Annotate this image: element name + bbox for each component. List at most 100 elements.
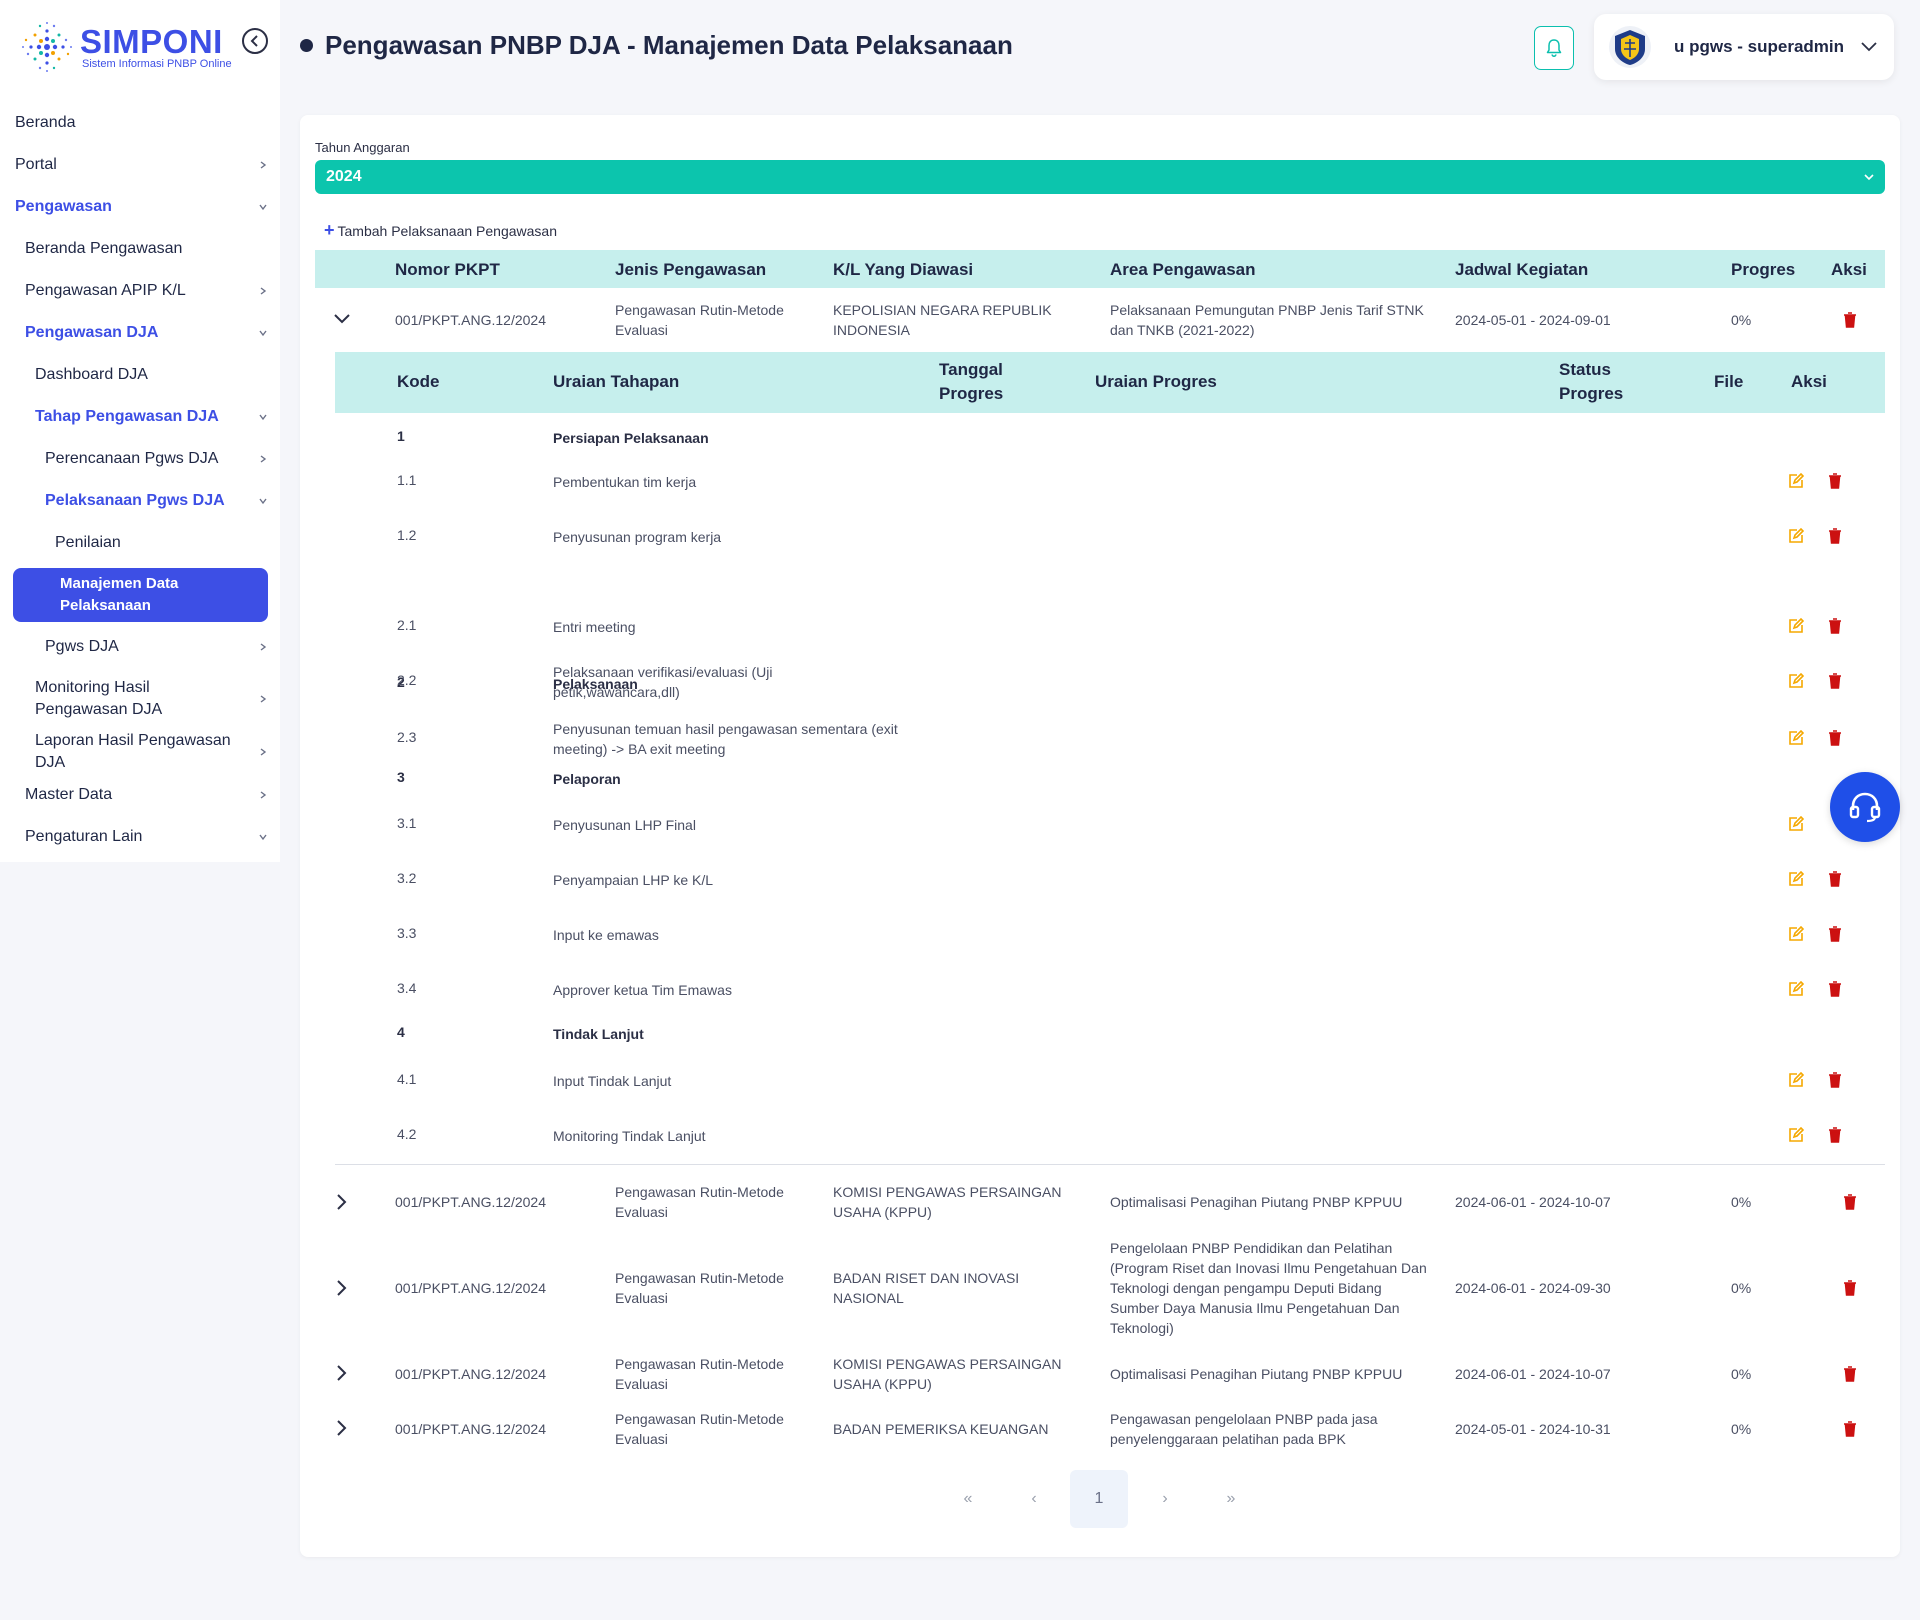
- edit-icon[interactable]: [1788, 816, 1804, 832]
- edit-icon[interactable]: [1788, 871, 1804, 887]
- sidebar-item-beranda[interactable]: Beranda: [0, 102, 280, 144]
- emblem-icon: [1609, 26, 1651, 68]
- edit-icon[interactable]: [1788, 673, 1804, 689]
- edit-icon[interactable]: [1788, 730, 1804, 746]
- trash-icon[interactable]: [1828, 1127, 1842, 1143]
- subcolumn-header-kode: Kode: [397, 372, 440, 391]
- sidebar-item-label: Pgws DJA: [45, 638, 119, 655]
- edit-icon[interactable]: [1788, 618, 1804, 634]
- trash-icon[interactable]: [1828, 871, 1842, 887]
- sidebar-item-portal[interactable]: Portal: [0, 144, 280, 186]
- pagination-next[interactable]: ›: [1136, 1470, 1194, 1528]
- edit-icon[interactable]: [1788, 473, 1804, 489]
- trash-icon[interactable]: [1828, 926, 1842, 942]
- edit-icon[interactable]: [1788, 1072, 1804, 1088]
- cell-nomor: 001/PKPT.ANG.12/2024: [395, 1421, 546, 1437]
- trash-icon[interactable]: [1828, 473, 1842, 489]
- subrow-code: 4: [397, 1024, 405, 1040]
- add-pelaksanaan-button[interactable]: + Tambah Pelaksanaan Pengawasan: [324, 220, 557, 241]
- sidebar-item-pengawasan-dja[interactable]: Pengawasan DJA: [0, 312, 280, 354]
- sidebar-item-label: Monitoring Hasil Pengawasan DJA: [35, 679, 163, 718]
- subtable-group-row: 3 Pelaporan: [335, 765, 1885, 795]
- trash-icon[interactable]: [1843, 1194, 1857, 1210]
- cell-kl: KOMISI PENGAWAS PERSAINGAN USAHA (KPPU): [833, 1184, 1062, 1220]
- subrow-desc: Pembentukan tim kerja: [553, 474, 697, 490]
- edit-icon[interactable]: [1788, 981, 1804, 997]
- subrow-code: 1.2: [397, 527, 417, 543]
- sidebar-item-penilaian[interactable]: Penilaian: [0, 522, 280, 564]
- subrow-code: 3.3: [397, 925, 417, 941]
- sidebar-collapse-button[interactable]: [242, 28, 268, 54]
- cell-nomor: 001/PKPT.ANG.12/2024: [395, 1366, 546, 1382]
- user-menu[interactable]: u pgws - superadmin: [1594, 14, 1894, 80]
- edit-icon[interactable]: [1788, 926, 1804, 942]
- column-header-progres[interactable]: Progres: [1731, 260, 1795, 280]
- chevron-right-icon[interactable]: [333, 1193, 351, 1211]
- support-chat-button[interactable]: [1830, 772, 1900, 842]
- pagination-first[interactable]: «: [939, 1470, 997, 1528]
- cell-progres: 0%: [1731, 1421, 1752, 1437]
- cell-jenis: Pengawasan Rutin-Metode Evaluasi: [615, 1356, 784, 1392]
- sidebar-item-manajemen-data-pelaksanaan[interactable]: Manajemen Data Pelaksanaan: [13, 568, 268, 622]
- column-header-jadwal[interactable]: Jadwal Kegiatan: [1455, 260, 1588, 280]
- sidebar-item-perencanaan-pgws-dja[interactable]: Perencanaan Pgws DJA: [0, 438, 280, 480]
- sidebar-item-pgws-dja[interactable]: Pgws DJA: [0, 626, 280, 668]
- trash-icon[interactable]: [1828, 528, 1842, 544]
- subtable-row: 3.1 Penyusunan LHP Final: [335, 795, 1885, 850]
- subrow-code: 1.1: [397, 472, 417, 488]
- cell-kl: KEPOLISIAN NEGARA REPUBLIK INDONESIA: [833, 302, 1052, 338]
- sidebar-item-laporan-hasil[interactable]: Laporan Hasil Pengawasan DJA: [0, 730, 280, 774]
- subcolumn-header-uraian-progres: Uraian Progres: [1095, 372, 1217, 391]
- trash-icon[interactable]: [1828, 981, 1842, 997]
- pagination-page[interactable]: 1: [1070, 1470, 1128, 1528]
- subrow-desc: Persiapan Pelaksanaan: [553, 430, 709, 446]
- subrow-code: 2.1: [397, 617, 417, 633]
- sidebar-item-dashboard-dja[interactable]: Dashboard DJA: [0, 354, 280, 396]
- trash-icon[interactable]: [1843, 1421, 1857, 1437]
- trash-icon[interactable]: [1843, 312, 1857, 328]
- chevron-right-icon[interactable]: [333, 1364, 351, 1382]
- cell-area: Pengelolaan PNBP Pendidikan dan Pelatiha…: [1110, 1240, 1427, 1336]
- sidebar-item-pengawasan-apip[interactable]: Pengawasan APIP K/L: [0, 270, 280, 312]
- sidebar-item-master-data[interactable]: Master Data: [0, 774, 280, 816]
- sidebar-item-pengaturan-lain[interactable]: Pengaturan Lain: [0, 816, 280, 858]
- sidebar-item-label: Laporan Hasil Pengawasan DJA: [35, 732, 231, 771]
- simponi-logo[interactable]: SIMPONI Sistem Informasi PNBP Online: [18, 18, 232, 80]
- chevron-down-icon[interactable]: [333, 310, 351, 328]
- subrow-code: 2.2: [397, 672, 417, 688]
- notification-button[interactable]: [1534, 26, 1574, 70]
- trash-icon[interactable]: [1828, 673, 1842, 689]
- subrow-desc: Input ke emawas: [553, 927, 659, 943]
- edit-icon[interactable]: [1788, 1127, 1804, 1143]
- table-row: 001/PKPT.ANG.12/2024 Pengawasan Rutin-Me…: [315, 1397, 1885, 1461]
- cell-area: Pelaksanaan Pemungutan PNBP Jenis Tarif …: [1110, 302, 1424, 338]
- subcolumn-header-aksi: Aksi: [1791, 372, 1827, 391]
- trash-icon[interactable]: [1843, 1366, 1857, 1382]
- column-header-nomor[interactable]: Nomor PKPT: [395, 260, 500, 280]
- chevron-right-icon[interactable]: [333, 1279, 351, 1297]
- edit-icon[interactable]: [1788, 528, 1804, 544]
- column-header-jenis[interactable]: Jenis Pengawasan: [615, 260, 766, 280]
- subtable-row: 3.2 Penyampaian LHP ke K/L: [335, 850, 1885, 905]
- trash-icon[interactable]: [1828, 618, 1842, 634]
- sidebar-item-pengawasan[interactable]: Pengawasan: [0, 186, 280, 228]
- column-header-area[interactable]: Area Pengawasan: [1110, 260, 1256, 280]
- subcolumn-header-status: Status Progres: [1559, 360, 1624, 403]
- subrow-desc: Penyusunan temuan hasil pengawasan semen…: [553, 721, 898, 757]
- trash-icon[interactable]: [1828, 730, 1842, 746]
- sidebar-item-monitoring-hasil[interactable]: Monitoring Hasil Pengawasan DJA: [0, 668, 280, 730]
- sidebar-item-pelaksanaan-pgws-dja[interactable]: Pelaksanaan Pgws DJA: [0, 480, 280, 522]
- subtable-row: 2.1 Entri meeting: [335, 598, 1885, 653]
- chevron-right-icon[interactable]: [333, 1419, 351, 1437]
- column-header-kl[interactable]: K/L Yang Diawasi: [833, 260, 973, 280]
- trash-icon[interactable]: [1828, 1072, 1842, 1088]
- sidebar-item-tahap-pengawasan-dja[interactable]: Tahap Pengawasan DJA: [0, 396, 280, 438]
- tahun-anggaran-select[interactable]: 2024: [315, 160, 1885, 194]
- pagination-prev[interactable]: ‹: [1005, 1470, 1063, 1528]
- subrow-desc: Pelaporan: [553, 771, 621, 787]
- chevron-right-icon: [260, 748, 267, 756]
- sidebar-item-beranda-pengawasan[interactable]: Beranda Pengawasan: [0, 228, 280, 270]
- pagination-last[interactable]: »: [1202, 1470, 1260, 1528]
- trash-icon[interactable]: [1843, 1280, 1857, 1296]
- chevron-right-icon: [260, 455, 267, 463]
